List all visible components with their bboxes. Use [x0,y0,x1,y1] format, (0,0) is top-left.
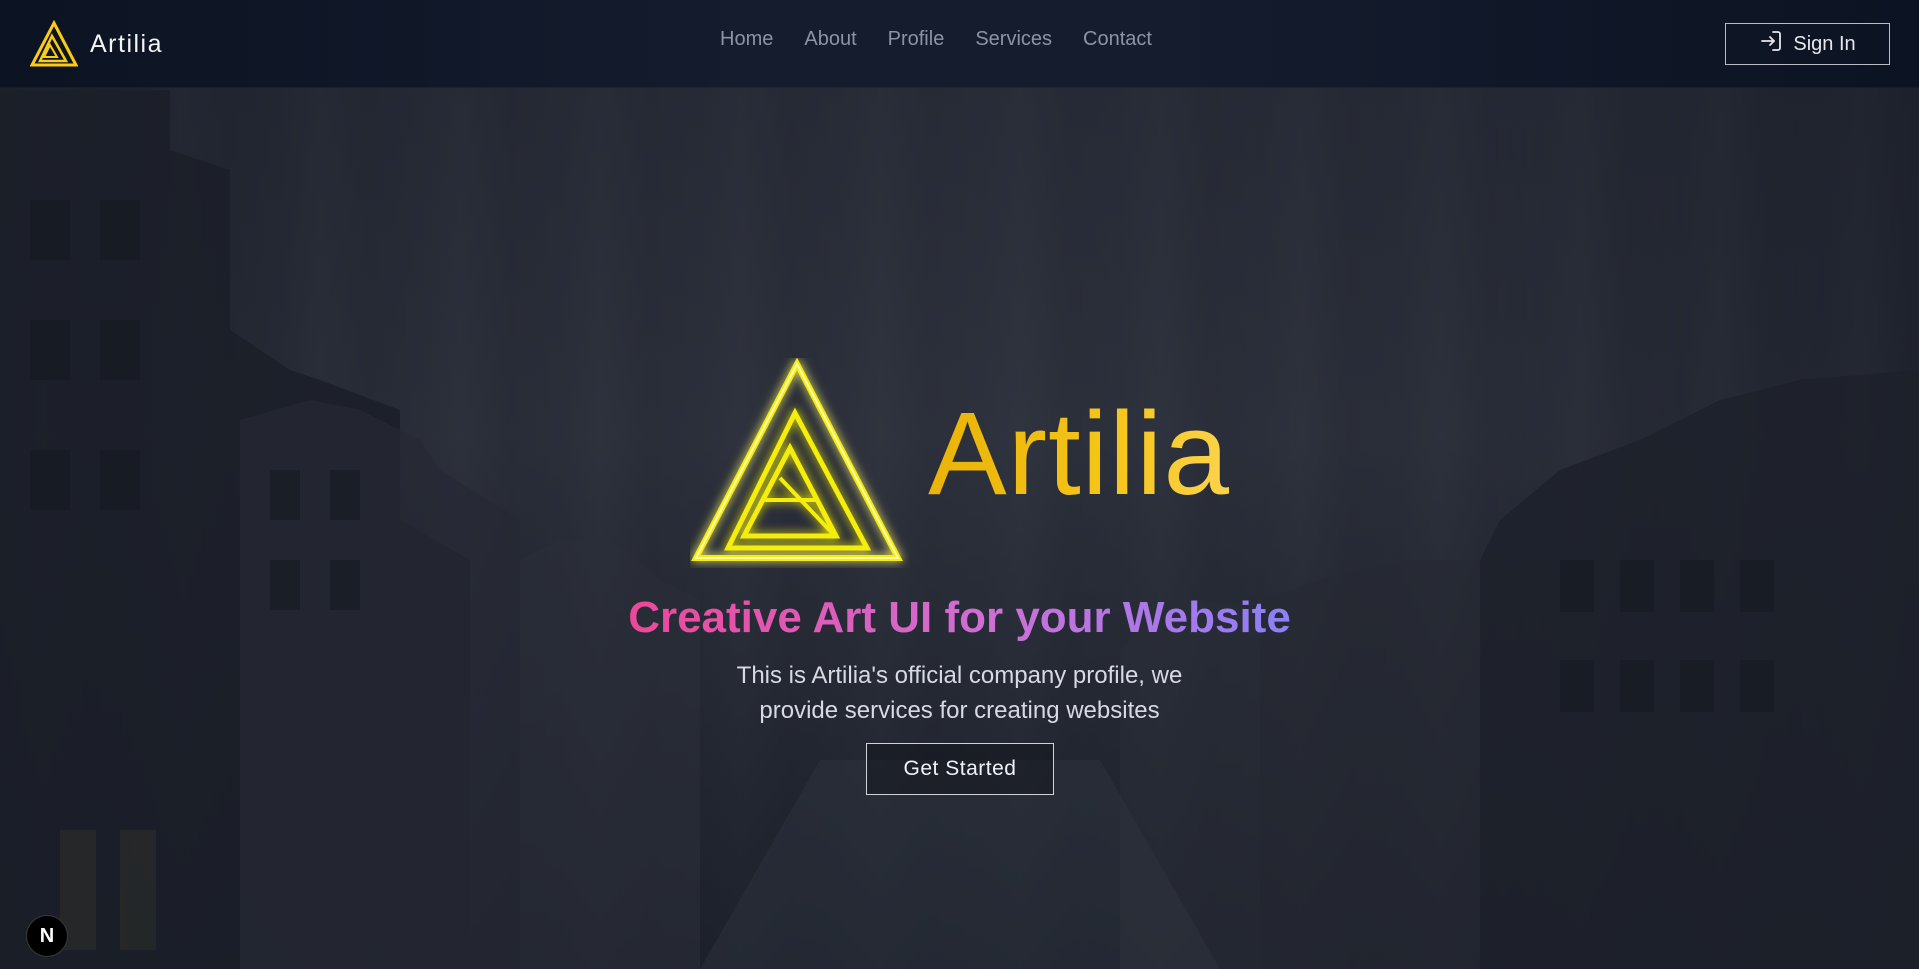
hero-headline: Creative Art UI for your Website [628,593,1291,642]
artilia-logo-icon [30,20,78,68]
nav-link-services[interactable]: Services [975,28,1052,51]
sign-in-label: Sign In [1793,32,1856,55]
top-navbar: Artilia Home About Profile Services Cont… [0,0,1919,88]
brand[interactable]: Artilia [30,20,163,68]
nav-link-contact[interactable]: Contact [1083,28,1152,51]
nav-link-profile[interactable]: Profile [888,28,945,51]
nav-link-home[interactable]: Home [720,28,773,51]
hero-description: This is Artilia's official company profi… [0,658,1919,728]
hero-description-line-1: This is Artilia's official company profi… [736,662,1183,689]
main-nav: Home About Profile Services Contact [720,28,1152,51]
dev-tools-badge[interactable]: N [26,915,68,957]
sign-in-icon [1759,29,1783,59]
get-started-button[interactable]: Get Started [866,743,1054,795]
hero-headline-container: Creative Art UI for your Website [0,592,1919,644]
hero-logo-icon [690,357,910,573]
n-logo-icon: N [39,924,55,947]
hero-wordmark: Artilia [928,388,1231,520]
nav-link-about[interactable]: About [804,28,856,51]
brand-name: Artilia [90,29,164,58]
sign-in-button[interactable]: Sign In [1725,23,1890,65]
hero-description-line-2: provide services for creating websites [759,697,1160,724]
